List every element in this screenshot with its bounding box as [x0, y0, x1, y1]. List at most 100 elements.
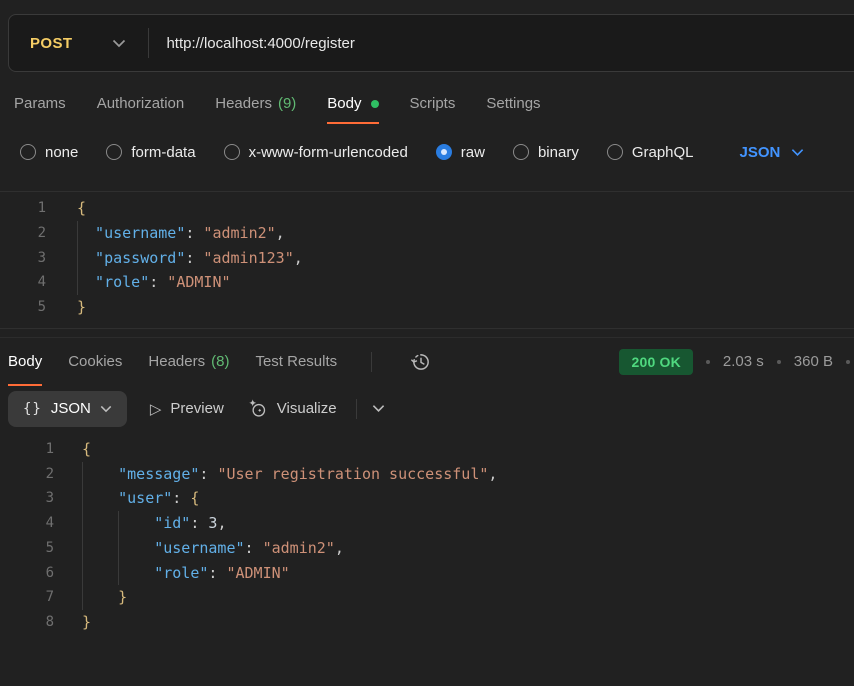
- line-number: 8: [0, 610, 54, 635]
- dot-separator: [777, 360, 781, 364]
- token-punct: ,: [488, 465, 497, 483]
- preview-button[interactable]: ▷ Preview: [150, 400, 224, 418]
- token-punct: :: [199, 465, 217, 483]
- visualize-button[interactable]: Visualize: [247, 398, 337, 419]
- line-number: 2: [0, 221, 46, 246]
- radio-form-data[interactable]: form-data: [106, 144, 195, 161]
- radio-binary[interactable]: binary: [513, 144, 579, 161]
- tab-authorization[interactable]: Authorization: [97, 89, 185, 124]
- response-tab-cookies[interactable]: Cookies: [68, 338, 122, 386]
- code-text[interactable]: "role": "ADMIN": [77, 270, 231, 295]
- response-format-select[interactable]: {} JSON: [8, 391, 127, 427]
- token-punct: :: [172, 489, 190, 507]
- tab-label: Cookies: [68, 353, 122, 370]
- language-label: JSON: [740, 144, 781, 161]
- indent-guide: [77, 270, 95, 295]
- token-str: "admin123": [203, 249, 293, 267]
- token-brace: {: [77, 199, 86, 217]
- indent-guide: [82, 561, 118, 586]
- response-body-editor: 1{2"message": "User registration success…: [0, 437, 854, 635]
- tab-headers[interactable]: Headers(9): [215, 89, 296, 124]
- radio-graphql[interactable]: GraphQL: [607, 144, 694, 161]
- braces-icon: {}: [23, 401, 42, 417]
- dot-separator: [846, 360, 850, 364]
- line-number: 4: [0, 270, 46, 295]
- api-client-window: POST http://localhost:4000/register Para…: [0, 14, 854, 686]
- token-key: "username": [154, 539, 244, 557]
- token-punct: :: [185, 224, 203, 242]
- indent-guide: [118, 511, 154, 536]
- divider: [148, 28, 149, 58]
- code-line: 1{: [0, 437, 854, 462]
- tab-scripts[interactable]: Scripts: [410, 89, 456, 124]
- preview-label: Preview: [170, 400, 223, 417]
- token-punct: ,: [335, 539, 344, 557]
- method-label: POST: [30, 35, 72, 52]
- tab-label: Body: [8, 353, 42, 370]
- tab-label: Headers: [215, 95, 272, 112]
- indent-guide: [118, 561, 154, 586]
- code-line: 5"username": "admin2",: [0, 536, 854, 561]
- code-line[interactable]: 3 "password": "admin123",: [0, 246, 854, 271]
- code-line[interactable]: 4 "role": "ADMIN": [0, 270, 854, 295]
- token-brace: }: [82, 613, 91, 631]
- radio-x-www-form-urlencoded[interactable]: x-www-form-urlencoded: [224, 144, 408, 161]
- radio-icon: [20, 144, 36, 160]
- response-tab-headers[interactable]: Headers(8): [148, 338, 229, 386]
- format-label: JSON: [51, 400, 91, 417]
- tab-settings[interactable]: Settings: [486, 89, 540, 124]
- token-brace: {: [82, 440, 91, 458]
- code-line[interactable]: 1{: [0, 196, 854, 221]
- response-header: Body Cookies Headers(8) Test Results 200…: [0, 338, 854, 386]
- tab-label: Test Results: [255, 353, 337, 370]
- url-input[interactable]: http://localhost:4000/register: [166, 35, 354, 52]
- code-line[interactable]: 5}: [0, 295, 854, 320]
- response-tab-body[interactable]: Body: [8, 338, 42, 386]
- token-key: "username": [95, 224, 185, 242]
- response-history-button[interactable]: [410, 351, 432, 373]
- tab-params[interactable]: Params: [14, 89, 66, 124]
- line-number: 3: [0, 246, 46, 271]
- code-text[interactable]: "password": "admin123",: [77, 246, 303, 271]
- code-text: "message": "User registration successful…: [82, 462, 497, 487]
- code-line[interactable]: 2 "username": "admin2",: [0, 221, 854, 246]
- body-type-bar: none form-data x-www-form-urlencoded raw…: [0, 137, 854, 167]
- indent-guide: [82, 536, 118, 561]
- play-icon: ▷: [150, 400, 162, 418]
- raw-language-select[interactable]: JSON: [740, 144, 805, 161]
- more-actions-button[interactable]: [372, 404, 385, 413]
- method-select[interactable]: POST: [9, 35, 126, 52]
- indent-guide: [77, 246, 95, 271]
- token-punct: ,: [217, 514, 226, 532]
- line-number: 5: [0, 295, 46, 320]
- token-key: "id": [154, 514, 190, 532]
- status-badge: 200 OK: [619, 349, 692, 375]
- line-number: 4: [0, 511, 54, 536]
- visualize-label: Visualize: [277, 400, 337, 417]
- code-line: 4 "id": 3,: [0, 511, 854, 536]
- response-tab-test-results[interactable]: Test Results: [255, 338, 337, 386]
- indent-guide: [82, 462, 118, 487]
- tab-label: Settings: [486, 95, 540, 112]
- code-text[interactable]: "username": "admin2",: [77, 221, 285, 246]
- code-line: 2"message": "User registration successfu…: [0, 462, 854, 487]
- response-toolbar: {} JSON ▷ Preview Visualize: [0, 390, 854, 428]
- magic-sparkle-icon: [247, 398, 268, 419]
- code-text[interactable]: }: [77, 295, 86, 320]
- code-text[interactable]: {: [77, 196, 86, 221]
- indent-guide: [82, 486, 118, 511]
- radio-none[interactable]: none: [20, 144, 78, 161]
- response-size: 360 B: [794, 353, 833, 370]
- code-text: "id": 3,: [82, 511, 226, 536]
- radio-label: x-www-form-urlencoded: [249, 144, 408, 161]
- radio-raw[interactable]: raw: [436, 144, 485, 161]
- radio-label: GraphQL: [632, 144, 694, 161]
- line-number: 1: [0, 437, 54, 462]
- token-punct: ,: [276, 224, 285, 242]
- tab-label: Body: [327, 95, 361, 112]
- token-str: "admin2": [263, 539, 335, 557]
- tab-body[interactable]: Body: [327, 89, 378, 124]
- line-number: 5: [0, 536, 54, 561]
- line-number: 1: [0, 196, 46, 221]
- token-punct: :: [185, 249, 203, 267]
